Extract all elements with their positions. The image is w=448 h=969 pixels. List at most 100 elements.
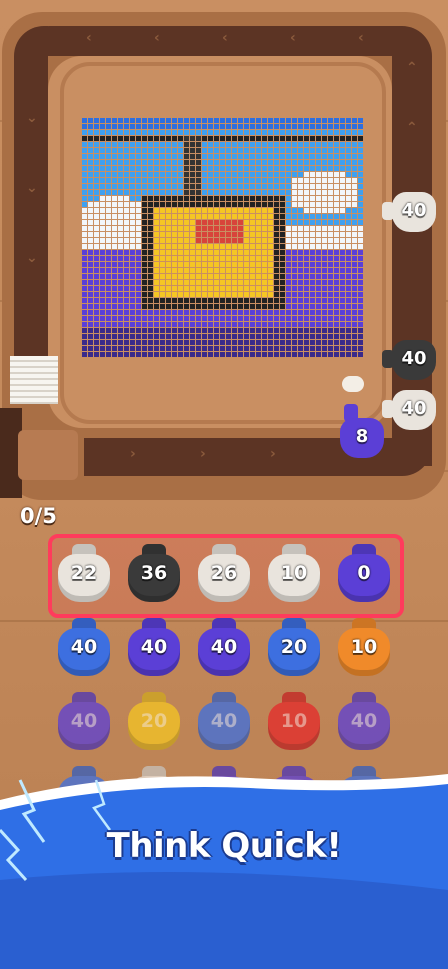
picture-pixel <box>226 310 231 315</box>
grid-pot[interactable]: 20 <box>122 688 186 754</box>
picture-pixel <box>154 220 159 225</box>
picture-pixel <box>82 142 87 147</box>
picture-pixel <box>172 208 177 213</box>
picture-pixel <box>106 346 111 351</box>
grid-pot[interactable]: 36 <box>122 540 186 606</box>
picture-pixel <box>250 310 255 315</box>
picture-pixel <box>136 196 141 201</box>
picture-pixel <box>136 334 141 339</box>
picture-pixel <box>352 214 357 219</box>
picture-pixel <box>106 184 111 189</box>
picture-pixel <box>190 334 195 339</box>
picture-pixel <box>316 250 321 255</box>
picture-pixel <box>94 322 99 327</box>
picture-pixel <box>88 346 93 351</box>
grid-pot[interactable]: 10 <box>262 540 326 606</box>
picture-pixel <box>154 196 159 201</box>
pot-count: 40 <box>70 710 98 732</box>
picture-pixel <box>220 124 225 129</box>
picture-pixel <box>304 172 309 177</box>
active-shooter-cannon[interactable]: 8 <box>334 404 386 462</box>
grid-pot[interactable]: 40 <box>192 688 256 754</box>
picture-pixel <box>166 340 171 345</box>
picture-pixel <box>184 124 189 129</box>
picture-pixel <box>316 220 321 225</box>
picture-pixel <box>202 238 207 243</box>
picture-pixel <box>100 304 105 309</box>
grid-pot[interactable]: 40 <box>122 614 186 680</box>
picture-pixel <box>358 196 363 201</box>
picture-pixel <box>310 196 315 201</box>
grid-pot[interactable]: 10 <box>332 614 396 680</box>
conveyor-cannon[interactable]: 40 <box>382 188 438 236</box>
picture-pixel <box>274 298 279 303</box>
picture-pixel <box>244 268 249 273</box>
picture-pixel <box>82 190 87 195</box>
picture-pixel <box>298 232 303 237</box>
picture-pixel <box>262 190 267 195</box>
picture-pixel <box>346 190 351 195</box>
picture-pixel <box>262 262 267 267</box>
picture-pixel <box>184 274 189 279</box>
picture-pixel <box>250 118 255 123</box>
picture-pixel <box>88 310 93 315</box>
chevron-right-icon: › <box>130 446 136 462</box>
picture-pixel <box>238 160 243 165</box>
picture-pixel <box>316 328 321 333</box>
grid-pot[interactable]: 10 <box>262 688 326 754</box>
grid-pot[interactable]: 40 <box>192 614 256 680</box>
picture-pixel <box>280 280 285 285</box>
picture-pixel <box>148 190 153 195</box>
conveyor-cannon[interactable]: 40 <box>382 386 438 434</box>
picture-pixel <box>136 214 141 219</box>
picture-pixel <box>304 298 309 303</box>
conveyor-cannon[interactable]: 40 <box>382 336 438 384</box>
grid-pot[interactable]: 40 <box>332 688 396 754</box>
picture-pixel <box>286 214 291 219</box>
picture-pixel <box>274 172 279 177</box>
picture-pixel <box>346 250 351 255</box>
picture-pixel <box>142 172 147 177</box>
picture-pixel <box>226 172 231 177</box>
grid-pot[interactable]: 22 <box>52 540 116 606</box>
picture-pixel <box>154 292 159 297</box>
picture-pixel <box>178 310 183 315</box>
picture-pixel <box>190 316 195 321</box>
grid-pot[interactable]: 26 <box>192 540 256 606</box>
picture-pixel <box>82 118 87 123</box>
grid-pot[interactable]: 20 <box>262 614 326 680</box>
picture-pixel <box>310 286 315 291</box>
picture-pixel <box>160 280 165 285</box>
picture-pixel <box>130 334 135 339</box>
picture-pixel <box>100 298 105 303</box>
picture-pixel <box>304 238 309 243</box>
picture-pixel <box>250 286 255 291</box>
picture-pixel <box>160 190 165 195</box>
picture-pixel <box>322 268 327 273</box>
picture-pixel <box>220 334 225 339</box>
picture-pixel <box>280 142 285 147</box>
picture-pixel <box>160 346 165 351</box>
picture-pixel <box>328 232 333 237</box>
picture-pixel <box>154 142 159 147</box>
picture-pixel <box>178 304 183 309</box>
picture-pixel <box>112 118 117 123</box>
picture-pixel <box>274 316 279 321</box>
picture-pixel <box>358 328 363 333</box>
picture-pixel <box>352 190 357 195</box>
picture-pixel <box>292 292 297 297</box>
grid-pot[interactable]: 0 <box>332 540 396 606</box>
picture-pixel <box>274 322 279 327</box>
picture-pixel <box>232 196 237 201</box>
picture-pixel <box>292 172 297 177</box>
picture-pixel <box>346 346 351 351</box>
picture-pixel <box>286 340 291 345</box>
grid-pot[interactable]: 40 <box>52 614 116 680</box>
picture-pixel <box>298 352 303 357</box>
picture-pixel <box>310 136 315 141</box>
picture-pixel <box>238 250 243 255</box>
picture-pixel <box>184 298 189 303</box>
picture-pixel <box>352 298 357 303</box>
grid-pot[interactable]: 40 <box>52 688 116 754</box>
picture-pixel <box>250 136 255 141</box>
